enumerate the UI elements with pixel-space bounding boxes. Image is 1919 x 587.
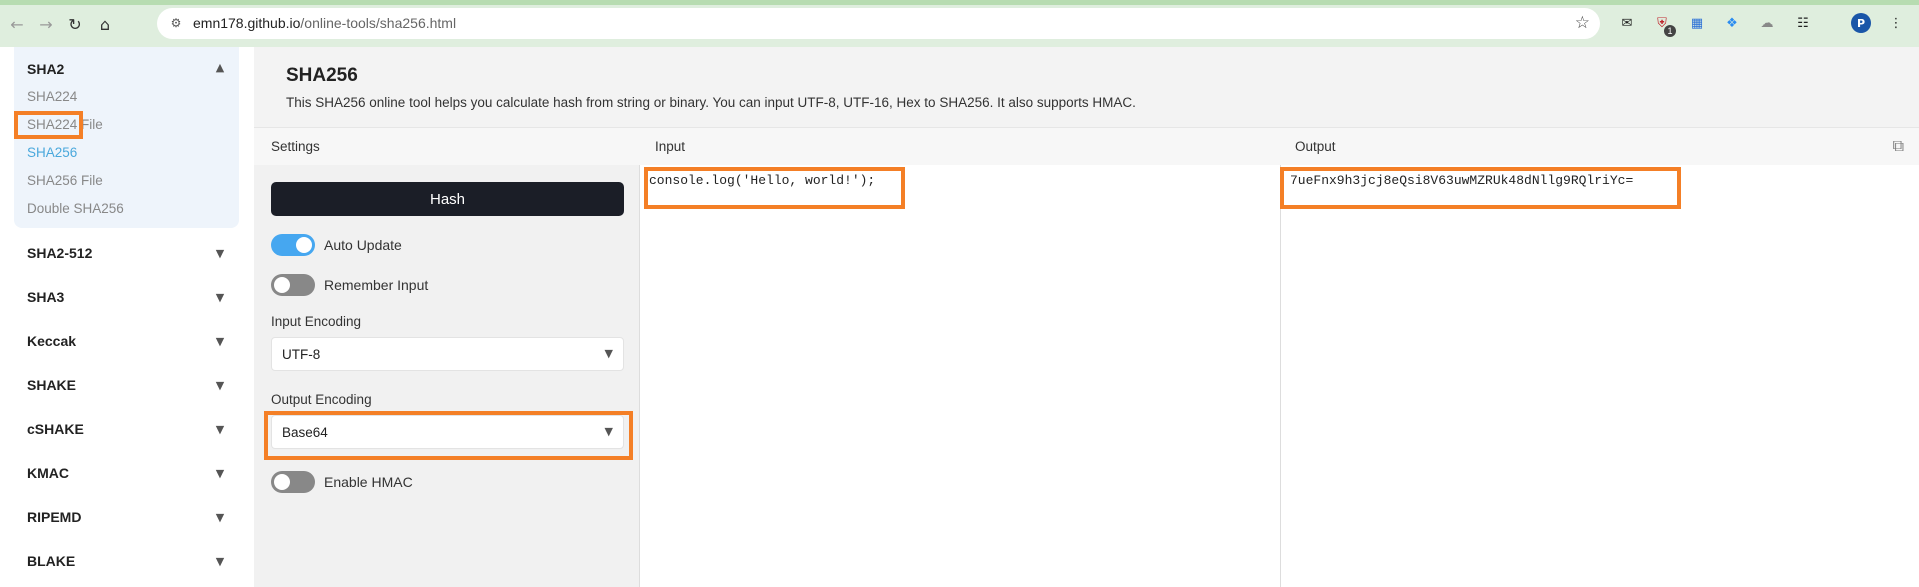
chevron-down-icon[interactable]: ▼: [212, 377, 228, 393]
chevron-down-icon: ▼: [604, 347, 613, 360]
browser-menu-icon[interactable]: ⋮: [1886, 13, 1906, 33]
extension-badge: 1: [1664, 25, 1676, 37]
url-host: emn178.github.io: [193, 15, 301, 31]
enable-hmac-row: Enable HMAC: [271, 471, 413, 493]
hash-button[interactable]: Hash: [271, 182, 624, 216]
sidebar-item-double-sha256[interactable]: Double SHA256: [27, 201, 124, 216]
highlight-output-encoding: [264, 411, 633, 460]
sidebar-item-sha256-file[interactable]: SHA256 File: [27, 173, 103, 188]
toggle-knob: [274, 474, 290, 490]
sidebar-group-sha2-512[interactable]: SHA2-512: [27, 245, 92, 261]
auto-update-row: Auto Update: [271, 234, 402, 256]
enable-hmac-label: Enable HMAC: [324, 474, 413, 490]
extension-icon-2[interactable]: ▦: [1687, 13, 1707, 33]
chevron-down-icon[interactable]: ▼: [212, 333, 228, 349]
url-path: /online-tools/sha256.html: [300, 15, 457, 31]
chevron-down-icon[interactable]: ▼: [212, 289, 228, 305]
tab-strip: [0, 0, 1919, 5]
chevron-down-icon[interactable]: ▼: [212, 553, 228, 569]
page-title: SHA256: [286, 65, 358, 86]
page-description: This SHA256 online tool helps you calcul…: [286, 95, 1136, 110]
bookmark-star-icon[interactable]: ☆: [1575, 13, 1590, 33]
auto-update-label: Auto Update: [324, 237, 402, 253]
output-textarea[interactable]: 7ueFnx9h3jcj8eQsi8V63uwMZRUk48dNllg9RQlr…: [1281, 165, 1919, 587]
sidebar-group-cshake[interactable]: cSHAKE: [27, 421, 84, 437]
chevron-down-icon[interactable]: ▼: [212, 465, 228, 481]
reload-icon[interactable]: ↻: [64, 13, 86, 35]
panel-header-row: Settings Input Output ⧉: [254, 127, 1919, 166]
back-icon[interactable]: ←: [6, 13, 28, 35]
extensions-puzzle-icon[interactable]: ☷: [1793, 13, 1813, 33]
address-bar[interactable]: ⚙ emn178.github.io/online-tools/sha256.h…: [157, 8, 1600, 39]
profile-avatar[interactable]: P: [1851, 13, 1871, 33]
chevron-down-icon[interactable]: ▼: [212, 421, 228, 437]
sidebar-group-sha3[interactable]: SHA3: [27, 289, 64, 305]
extension-tag-icon[interactable]: ❖: [1722, 13, 1742, 33]
chevron-down-icon[interactable]: ▼: [212, 509, 228, 525]
toggle-knob: [296, 237, 312, 253]
settings-header: Settings: [271, 139, 320, 154]
extension-icon-3[interactable]: ☁: [1757, 13, 1777, 33]
highlight-input: [644, 167, 905, 209]
highlight-output: [1280, 167, 1681, 209]
sidebar-group-kmac[interactable]: KMAC: [27, 465, 69, 481]
sidebar-group-sha2[interactable]: SHA2: [27, 61, 64, 77]
toggle-knob: [274, 277, 290, 293]
input-header: Input: [655, 139, 686, 154]
output-header: Output: [1295, 139, 1336, 154]
extension-icon-1[interactable]: ✉: [1617, 13, 1637, 33]
sidebar-item-sha224[interactable]: SHA224: [27, 89, 77, 104]
input-textarea[interactable]: console.log('Hello, world!');: [640, 165, 1281, 587]
output-encoding-label: Output Encoding: [271, 392, 372, 407]
remember-input-toggle[interactable]: [271, 274, 315, 296]
remember-input-row: Remember Input: [271, 274, 428, 296]
highlight-sidebar-sha256: [14, 111, 83, 139]
main-content: SHA256 This SHA256 online tool helps you…: [254, 47, 1919, 587]
copy-icon[interactable]: ⧉: [1893, 136, 1904, 156]
input-encoding-label: Input Encoding: [271, 314, 362, 329]
chevron-up-icon[interactable]: ▲: [212, 59, 228, 75]
sidebar-group-shake[interactable]: SHAKE: [27, 377, 76, 393]
sidebar-group-ripemd[interactable]: RIPEMD: [27, 509, 81, 525]
browser-toolbar: ← → ↻ ⌂ ⚙ emn178.github.io/online-tools/…: [0, 0, 1919, 47]
sidebar-group-blake[interactable]: BLAKE: [27, 553, 75, 569]
remember-input-label: Remember Input: [324, 277, 429, 293]
input-encoding-value: UTF-8: [282, 347, 321, 362]
home-icon[interactable]: ⌂: [94, 13, 116, 35]
sidebar-group-keccak[interactable]: Keccak: [27, 333, 76, 349]
sidebar-item-sha256[interactable]: SHA256: [27, 145, 77, 160]
url-text: emn178.github.io/online-tools/sha256.htm…: [193, 15, 456, 31]
enable-hmac-toggle[interactable]: [271, 471, 315, 493]
settings-panel: Hash Auto Update Remember Input Input En…: [254, 165, 640, 587]
auto-update-toggle[interactable]: [271, 234, 315, 256]
site-info-icon[interactable]: ⚙: [168, 15, 184, 31]
forward-icon[interactable]: →: [35, 13, 57, 35]
input-encoding-select[interactable]: UTF-8 ▼: [271, 337, 624, 371]
chevron-down-icon[interactable]: ▼: [212, 245, 228, 261]
